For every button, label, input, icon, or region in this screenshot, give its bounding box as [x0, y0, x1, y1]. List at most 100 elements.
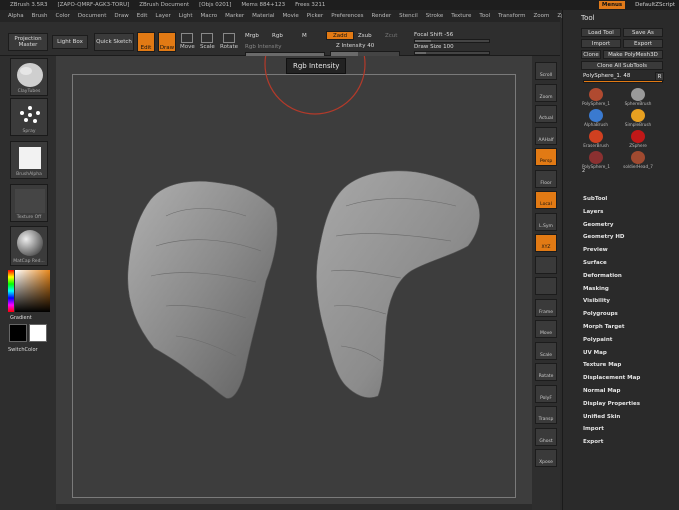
section-uv-map[interactable]: UV Map [583, 350, 640, 363]
tool-thumb-polysphere-1[interactable]: PolySphere_1 [582, 151, 610, 173]
import-button[interactable]: Import [581, 39, 621, 48]
move-mode-button[interactable]: Move [180, 33, 195, 50]
section-visibility[interactable]: Visibility [583, 298, 640, 311]
quick-sketch-button[interactable]: Quick Sketch [94, 33, 134, 51]
rgb-button[interactable]: Rgb [272, 33, 283, 39]
alpha-selector[interactable]: BrushAlpha [10, 141, 48, 179]
secondary-color-swatch[interactable] [9, 324, 27, 342]
projection-master-button[interactable]: Projection Master [8, 33, 48, 51]
menu-draw[interactable]: Draw [114, 13, 128, 19]
menu-color[interactable]: Color [56, 13, 70, 19]
menu-stroke[interactable]: Stroke [426, 13, 444, 19]
make-polymesh3d-button[interactable]: Make PolyMesh3D [603, 50, 663, 59]
section-deformation[interactable]: Deformation [583, 273, 640, 286]
menu-stencil[interactable]: Stencil [399, 13, 418, 19]
menu-material[interactable]: Material [252, 13, 274, 19]
canvas-viewport[interactable]: Rgb Intensity [56, 56, 532, 504]
zcut-button[interactable]: Zcut [385, 33, 397, 39]
clone-button[interactable]: Clone [581, 50, 601, 59]
shelf-button-scroll[interactable]: Scroll [535, 62, 557, 80]
draw-mode-button[interactable]: Draw [158, 32, 176, 52]
shelf-button-rotate[interactable]: Rotate [535, 363, 557, 381]
shelf-button-xpose[interactable]: Xpose [535, 449, 557, 467]
switch-color-button[interactable]: SwitchColor [8, 347, 38, 353]
section-preview[interactable]: Preview [583, 247, 640, 260]
menu-movie[interactable]: Movie [283, 13, 299, 19]
shelf-button-polyf[interactable]: PolyF [535, 384, 557, 403]
section-displacement-map[interactable]: Displacement Map [583, 375, 640, 388]
section-surface[interactable]: Surface [583, 260, 640, 273]
zadd-button[interactable]: Zadd [326, 31, 354, 40]
export-button[interactable]: Export [623, 39, 663, 48]
load-tool-button[interactable]: Load Tool [581, 28, 621, 37]
shelf-button-scale[interactable]: Scale [535, 341, 557, 360]
menu-layer[interactable]: Layer [155, 13, 170, 19]
menu-zoom[interactable]: Zoom [533, 13, 549, 19]
menu-light[interactable]: Light [179, 13, 193, 19]
stroke-selector[interactable]: Spray [10, 98, 48, 136]
shelf-button-icon-9[interactable] [535, 255, 557, 274]
tool-thumb-polysphere-1[interactable]: PolySphere_1 [582, 88, 610, 110]
section-export[interactable]: Export [583, 439, 640, 452]
tool-thumb-zsphere[interactable]: ZSphere [625, 130, 651, 152]
tool-thumb-simplebrush[interactable]: SimpleBrush [625, 109, 651, 131]
section-display-properties[interactable]: Display Properties [583, 401, 640, 414]
menu-transform[interactable]: Transform [498, 13, 525, 19]
menus-toggle-button[interactable]: Menus [598, 1, 626, 9]
material-selector[interactable]: MatCap Red... [10, 226, 48, 266]
focal-shift-slider[interactable] [414, 39, 490, 43]
default-zscript-button[interactable]: DefaultZScript [635, 2, 679, 8]
menu-document[interactable]: Document [78, 13, 107, 19]
tool-thumb-soldierhead-7[interactable]: soldierHead_7 [623, 151, 653, 173]
menu-macro[interactable]: Macro [201, 13, 218, 19]
scale-mode-button[interactable]: Scale [200, 33, 215, 50]
section-geometry[interactable]: Geometry [583, 222, 640, 235]
tool-thumb-eraserbrush[interactable]: EraserBrush [583, 130, 609, 152]
shelf-button-aahalf[interactable]: AAHalf [535, 126, 557, 145]
shelf-button-move[interactable]: Move [535, 320, 557, 338]
section-polygroups[interactable]: Polygroups [583, 311, 640, 324]
section-morph-target[interactable]: Morph Target [583, 324, 640, 337]
section-masking[interactable]: Masking [583, 286, 640, 299]
shelf-button-local[interactable]: Local [535, 191, 557, 209]
shelf-button-actual[interactable]: Actual [535, 105, 557, 123]
shelf-button-icon-10[interactable] [535, 277, 557, 295]
hue-strip[interactable] [8, 270, 14, 312]
color-picker[interactable] [8, 270, 50, 312]
section-polypaint[interactable]: Polypaint [583, 337, 640, 350]
texture-selector[interactable]: Texture Off [10, 184, 48, 222]
gradient-label[interactable]: Gradient [10, 315, 32, 321]
shelf-button-ghost[interactable]: Ghost [535, 427, 557, 446]
section-layers[interactable]: Layers [583, 209, 640, 222]
zsub-button[interactable]: Zsub [358, 33, 372, 39]
rotate-mode-button[interactable]: Rotate [220, 33, 238, 50]
main-color-swatch[interactable] [29, 324, 47, 342]
shelf-button-persp[interactable]: Persp [535, 148, 557, 166]
edit-mode-button[interactable]: Edit [137, 32, 155, 52]
saturation-value-square[interactable] [15, 270, 50, 312]
draw-size-slider[interactable] [414, 51, 490, 55]
shelf-button-xyz[interactable]: XYZ [535, 234, 557, 252]
section-geometry-hd[interactable]: Geometry HD [583, 234, 640, 247]
shelf-button-frame[interactable]: Frame [535, 298, 557, 317]
tool-thumb-alphabrush[interactable]: AlphaBrush [583, 109, 609, 131]
lightbox-button[interactable]: Light Box [52, 35, 88, 49]
section-normal-map[interactable]: Normal Map [583, 388, 640, 401]
menu-alpha[interactable]: Alpha [8, 13, 24, 19]
section-texture-map[interactable]: Texture Map [583, 362, 640, 375]
menu-render[interactable]: Render [372, 13, 392, 19]
m-button[interactable]: M [302, 33, 307, 39]
shelf-button-zoom[interactable]: Zoom [535, 83, 557, 102]
shelf-button-floor[interactable]: Floor [535, 169, 557, 188]
tool-thumb-spherebrush[interactable]: SphereBrush [625, 88, 651, 110]
section-import[interactable]: Import [583, 426, 640, 439]
section-subtool[interactable]: SubTool [583, 196, 640, 209]
mrgb-button[interactable]: Mrgb [245, 33, 259, 39]
menu-brush[interactable]: Brush [32, 13, 48, 19]
tool-slider[interactable] [583, 80, 663, 83]
menu-marker[interactable]: Marker [225, 13, 244, 19]
section-unified-skin[interactable]: Unified Skin [583, 414, 640, 427]
menu-texture[interactable]: Texture [451, 13, 471, 19]
clone-all-subtools-button[interactable]: Clone All SubTools [581, 61, 663, 70]
menu-picker[interactable]: Picker [307, 13, 323, 19]
